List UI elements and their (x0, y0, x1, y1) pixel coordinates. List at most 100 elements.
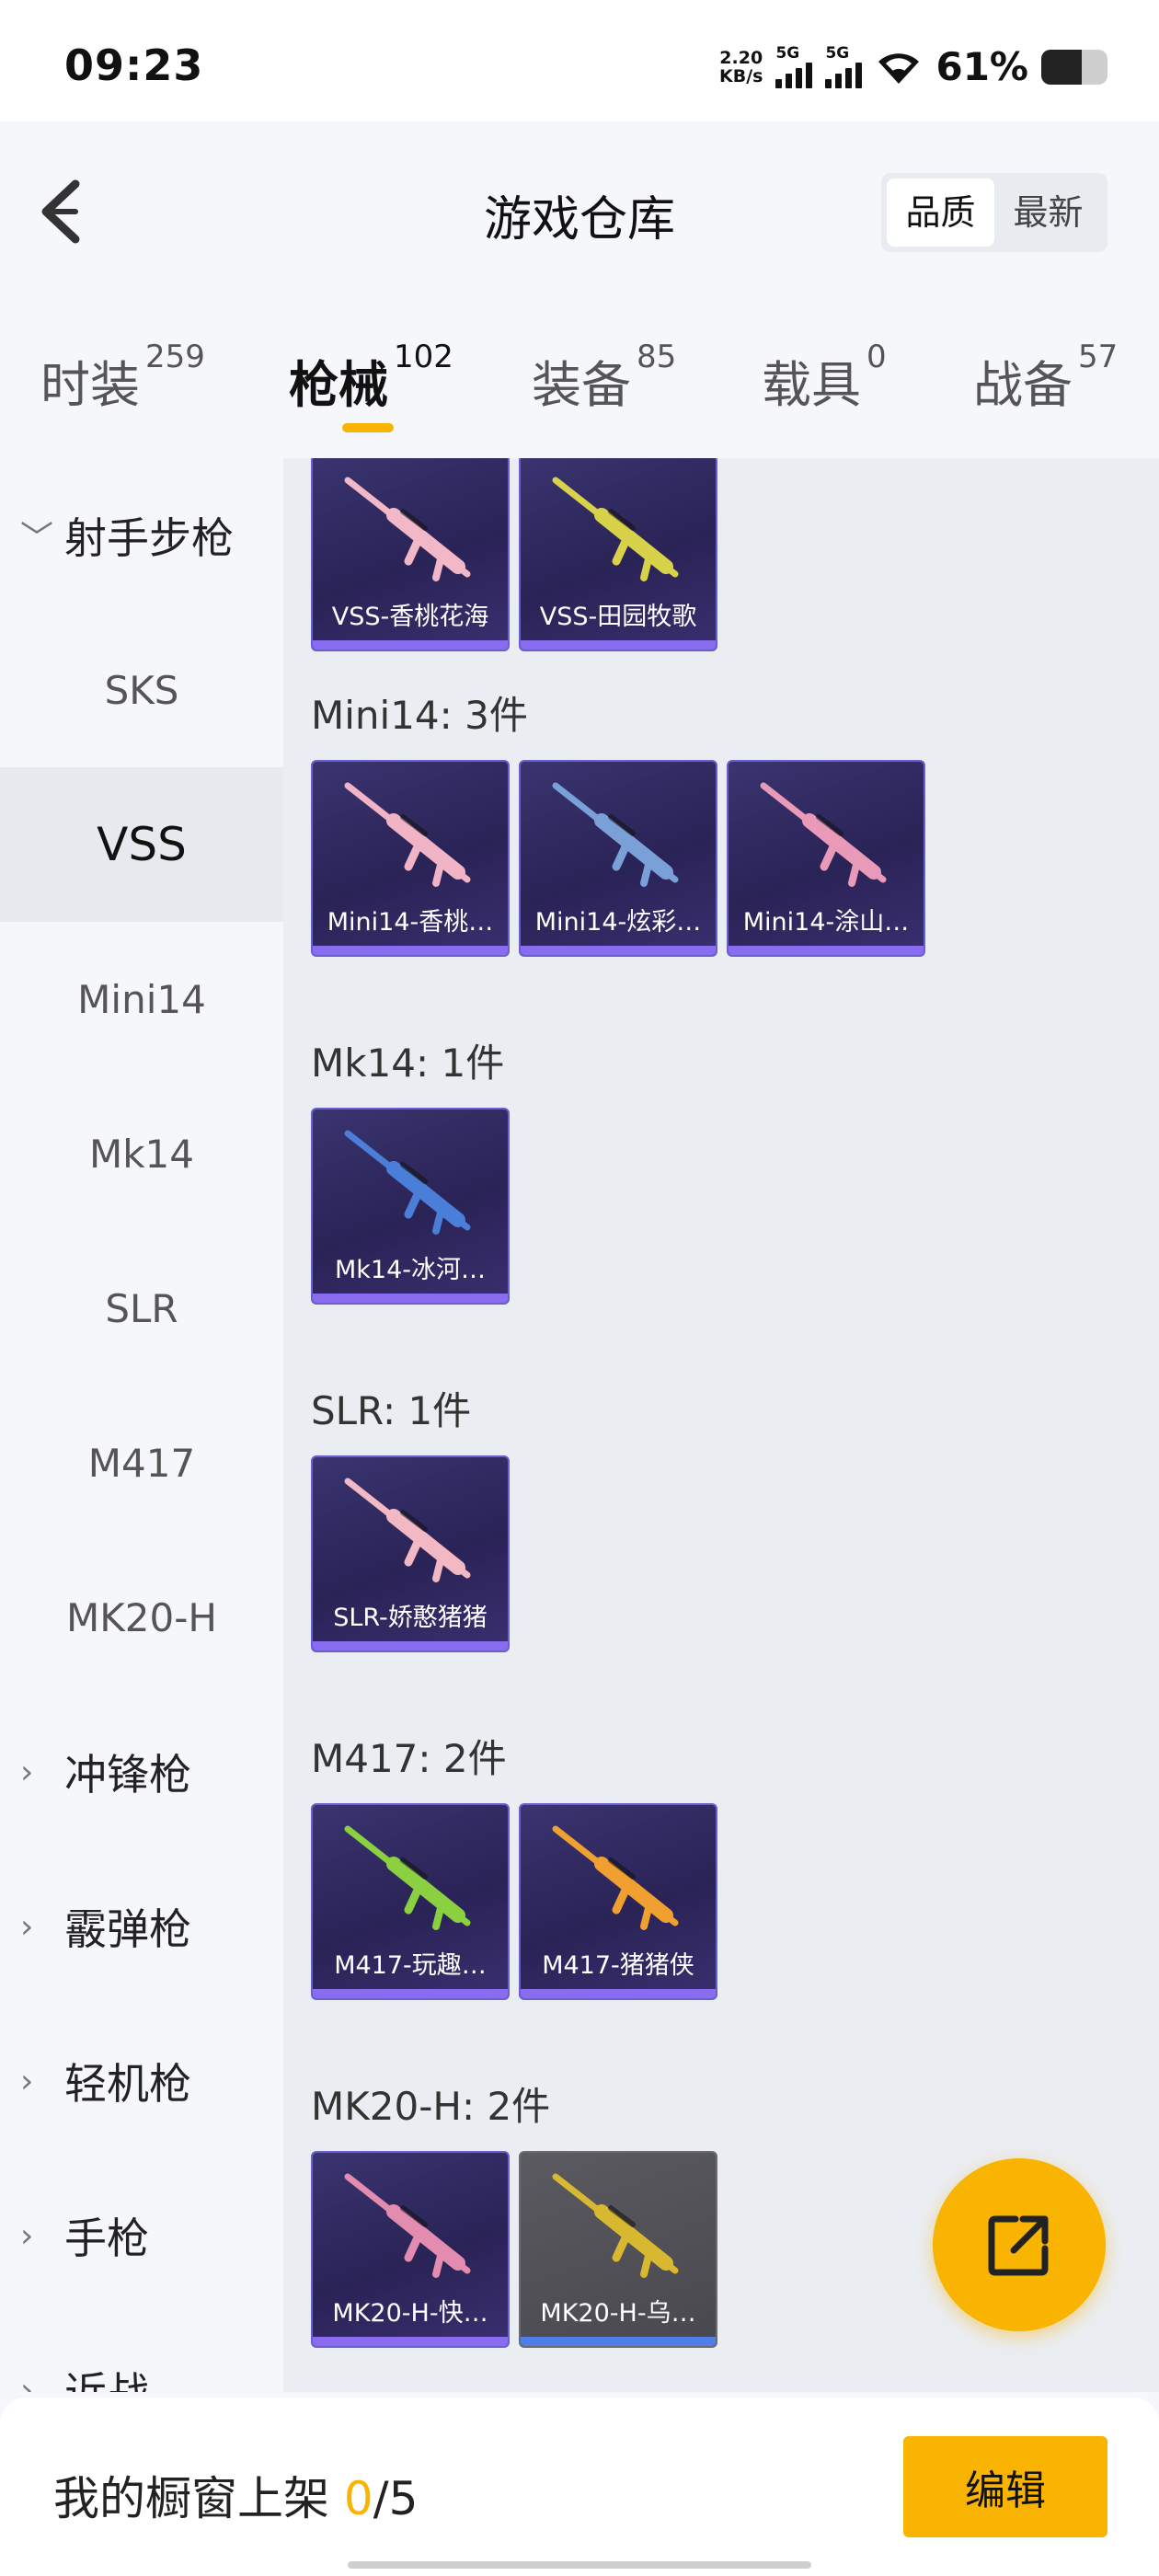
skin-card[interactable]: VSS-田园牧歌 (519, 458, 717, 651)
skin-card[interactable]: M417-猪猪侠 (519, 1803, 717, 2000)
skin-name: VSS-田园牧歌 (539, 603, 697, 631)
sidebar-item-label: 霰弹枪 (64, 1904, 191, 1954)
chevron-right-icon: › (20, 2371, 34, 2393)
rifle-icon (344, 477, 471, 581)
sidebar-item-label: 近战 (64, 2360, 149, 2392)
status-time: 09:23 (64, 40, 204, 90)
skin-name: M417-玩趣… (334, 1951, 487, 1980)
signal-icon: 5G (825, 43, 863, 88)
sort-toggle: 品质 最新 (881, 173, 1107, 252)
battery-icon (1041, 49, 1107, 85)
sidebar-item-label: 冲锋枪 (64, 1750, 191, 1800)
section-title: Mk14: 1件 (311, 1041, 505, 1086)
rifle-icon (552, 782, 679, 887)
tab-supplies[interactable]: 战备 57 (973, 339, 1118, 417)
rarity-bar (521, 1989, 716, 1998)
section-title: MK20-H: 2件 (311, 2084, 551, 2129)
rifle-icon (344, 1825, 471, 1930)
share-external-icon (988, 2215, 1049, 2276)
battery-percent: 61% (935, 44, 1028, 89)
skin-card[interactable]: Mini14-香桃… (311, 760, 510, 957)
sidebar-item-m417[interactable]: M417 (0, 1386, 283, 1540)
rifle-icon (760, 782, 887, 887)
sidebar-item-marksman-rifles[interactable]: ﹀ 射手步枪 (0, 458, 283, 613)
weapon-sidebar: ﹀ 射手步枪 SKS VSS Mini14 Mk14 SLR M417 MK20… (0, 458, 283, 2392)
skin-card[interactable]: MK20-H-快… (311, 2151, 510, 2348)
rifle-icon (344, 782, 471, 887)
tab-label: 载具 (762, 356, 861, 414)
status-bar: 09:23 2.20 KB/s 5G 5G 61% (0, 0, 1159, 121)
sidebar-item-shotgun[interactable]: › 霰弹枪 (0, 1849, 283, 2004)
skin-name: Mk14-冰河… (334, 1256, 487, 1284)
sidebar-item-smg[interactable]: › 冲锋枪 (0, 1695, 283, 1849)
sidebar-item-mini14[interactable]: Mini14 (0, 922, 283, 1076)
tab-firearms[interactable]: 枪械 102 (289, 339, 453, 417)
tab-label: 枪械 (289, 356, 388, 414)
section-title: Mini14: 3件 (311, 693, 528, 738)
network-speed: 2.20 KB/s (719, 49, 763, 86)
tab-count: 259 (145, 339, 205, 375)
sidebar-item-label: SKS (104, 667, 179, 713)
sidebar-item-pistol[interactable]: › 手枪 (0, 2158, 283, 2313)
skin-card[interactable]: VSS-香桃花海 (311, 458, 510, 651)
edit-button[interactable]: 编辑 (903, 2436, 1107, 2537)
skin-card[interactable]: MK20-H-乌… (519, 2151, 717, 2348)
showcase-label: 我的橱窗上架 (53, 2472, 329, 2525)
skin-name: Mini14-涂山… (742, 908, 910, 937)
skin-card[interactable]: Mini14-炫彩… (519, 760, 717, 957)
skin-card[interactable]: Mk14-冰河… (311, 1108, 510, 1305)
sidebar-item-melee[interactable]: › 近战 (0, 2313, 283, 2392)
rarity-bar (521, 640, 716, 650)
sidebar-item-slr[interactable]: SLR (0, 1231, 283, 1386)
share-button[interactable] (933, 2158, 1106, 2331)
skin-name: Mini14-香桃… (327, 908, 494, 937)
tab-vehicles[interactable]: 载具 0 (762, 339, 887, 417)
sidebar-item-label: 射手步枪 (64, 513, 234, 563)
sidebar-item-vss[interactable]: VSS (0, 767, 283, 922)
chevron-right-icon: › (20, 1907, 34, 1946)
sidebar-item-label: SLR (105, 1285, 178, 1331)
signal-icon: 5G (775, 45, 813, 88)
rarity-bar (313, 1641, 508, 1650)
skin-name: M417-猪猪侠 (542, 1951, 694, 1980)
sidebar-item-lmg[interactable]: › 轻机枪 (0, 2004, 283, 2158)
rarity-bar (729, 946, 924, 955)
sidebar-item-sks[interactable]: SKS (0, 613, 283, 767)
chevron-right-icon: › (20, 1753, 34, 1791)
sidebar-item-label: Mk14 (88, 1131, 194, 1177)
chevron-right-icon: › (20, 2216, 34, 2255)
rifle-icon (344, 2173, 471, 2278)
skin-card[interactable]: SLR-娇憨猪猪 (311, 1455, 510, 1652)
sidebar-item-label: 轻机枪 (64, 2059, 191, 2109)
bottom-bar: 我的橱窗上架 0/5 编辑 (0, 2398, 1159, 2576)
rarity-bar (313, 1989, 508, 1998)
tab-equipment[interactable]: 装备 85 (532, 339, 676, 417)
showcase-status: 我的橱窗上架 0/5 (53, 2462, 418, 2528)
sim2-label: 5G (825, 43, 850, 63)
skin-grid: VSS-香桃花海 VSS-田园牧歌 Mini14: 3件 Mini14-香桃… Mini… (283, 458, 1159, 2392)
sidebar-item-label: 手枪 (64, 2214, 149, 2263)
tab-outfits[interactable]: 时装 259 (40, 339, 205, 417)
skin-name: VSS-香桃花海 (331, 603, 489, 631)
chevron-right-icon: › (20, 2062, 34, 2100)
skin-card[interactable]: Mini14-涂山… (727, 760, 925, 957)
sidebar-item-mk20h[interactable]: MK20-H (0, 1540, 283, 1695)
sidebar-item-label: Mini14 (77, 976, 206, 1022)
sort-option-latest[interactable]: 最新 (994, 178, 1102, 247)
rarity-bar (313, 1294, 508, 1303)
status-icons: 2.20 KB/s 5G 5G 61% (719, 44, 1107, 89)
tab-count: 102 (394, 339, 453, 375)
rarity-bar (313, 946, 508, 955)
tab-count: 57 (1078, 339, 1119, 375)
rarity-bar (313, 640, 508, 650)
home-indicator[interactable] (348, 2561, 811, 2569)
tab-label: 装备 (532, 356, 631, 414)
rifle-icon (552, 2173, 679, 2278)
showcase-total: /5 (373, 2472, 419, 2525)
sort-option-quality[interactable]: 品质 (887, 178, 994, 247)
tab-label: 战备 (973, 356, 1073, 414)
skin-card[interactable]: M417-玩趣… (311, 1803, 510, 2000)
sidebar-item-mk14[interactable]: Mk14 (0, 1076, 283, 1231)
rifle-icon (344, 1478, 471, 1582)
skin-name: MK20-H-乌… (540, 2299, 696, 2328)
